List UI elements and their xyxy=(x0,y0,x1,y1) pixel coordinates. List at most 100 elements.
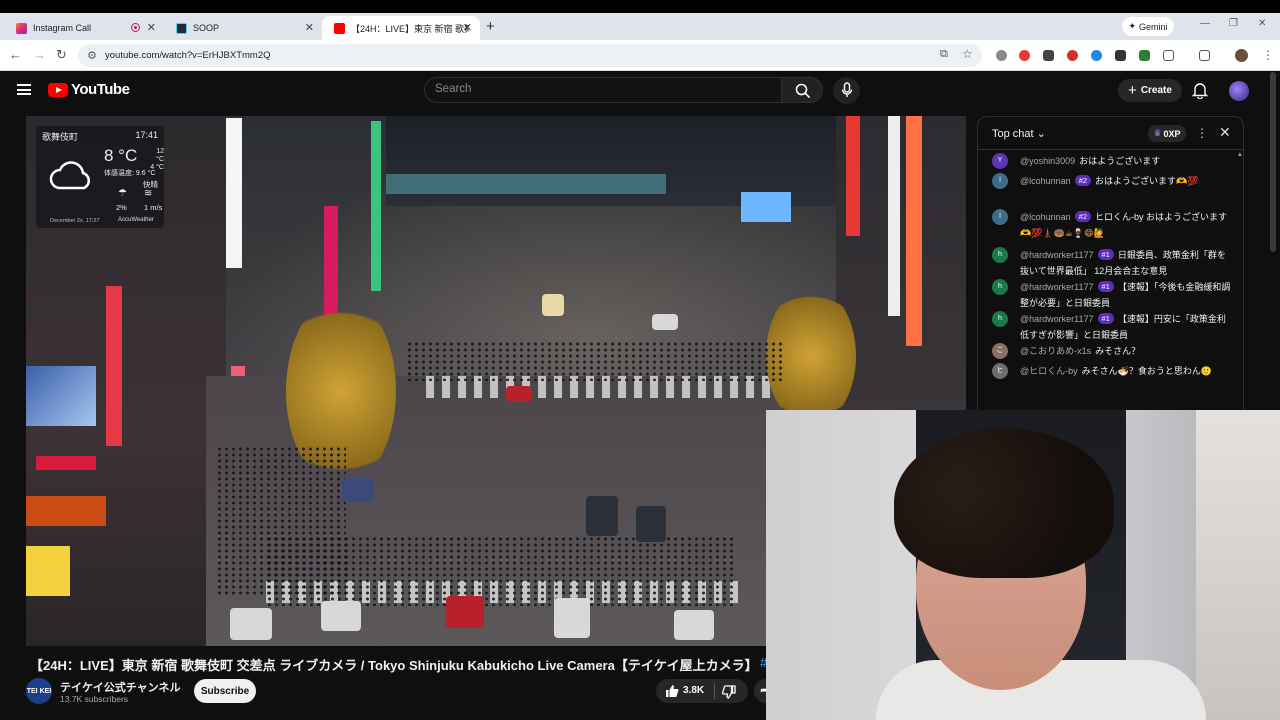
cast-icon[interactable]: ⧉ xyxy=(940,48,948,61)
chat-more-icon[interactable]: ⋮ xyxy=(1196,126,1208,140)
new-tab-button[interactable]: + xyxy=(486,18,495,35)
shield-extension-icon[interactable] xyxy=(1115,50,1126,61)
channel-avatar[interactable]: TEI KEI xyxy=(26,678,52,704)
tab-soop[interactable]: SOOP ✕ xyxy=(164,16,322,40)
chat-avatar[interactable]: l xyxy=(992,209,1008,225)
chat-username[interactable]: @hardworker1177 xyxy=(1020,314,1094,324)
chat-message[interactable]: h @hardworker1177 #1 【速報】「今後も金融緩和調整が必要」と日銀委… xyxy=(992,279,1232,311)
extension-icon[interactable] xyxy=(1091,50,1102,61)
extension-icon[interactable] xyxy=(996,50,1007,61)
car xyxy=(554,598,590,638)
chevron-down-icon: ⌄ xyxy=(1036,128,1046,140)
chat-message[interactable]: h @hardworker1177 #1 【速報】円安に「政策金利低すぎが影響」と日銀… xyxy=(992,311,1232,343)
channel-name[interactable]: テイケイ公式チャンネル xyxy=(60,679,180,695)
vertical-sign xyxy=(226,118,242,268)
chat-username[interactable]: @ヒロくん-by xyxy=(1020,366,1078,376)
chat-username[interactable]: @hardworker1177 xyxy=(1020,250,1094,260)
forward-icon[interactable]: → xyxy=(33,47,46,62)
notifications-bell-icon[interactable] xyxy=(1192,81,1208,99)
url-text[interactable]: youtube.com/watch?v=ErHJBXTmm2Q xyxy=(105,50,271,61)
site-info-icon[interactable]: ⚙ xyxy=(87,49,97,62)
youtube-wordmark[interactable]: YouTube xyxy=(71,81,130,98)
neon-sign xyxy=(36,456,96,470)
chat-username[interactable]: @lcohunnan xyxy=(1020,212,1071,222)
chat-text: みそさん🍜？食おうと思わん xyxy=(1081,366,1201,376)
close-tab-icon[interactable]: ✕ xyxy=(305,21,314,34)
reload-icon[interactable]: ↻ xyxy=(56,47,67,63)
gemini-button[interactable]: ✦ Gemini xyxy=(1122,17,1174,36)
tab-youtube-live[interactable]: 【24H：LIVE】東京 新宿 歌舞伎 ✕ xyxy=(322,16,480,40)
extensions-puzzle-icon[interactable] xyxy=(1163,50,1174,61)
search-box[interactable] xyxy=(424,77,782,103)
billboard xyxy=(26,366,96,426)
back-icon[interactable]: ← xyxy=(9,47,22,62)
side-panel-icon[interactable] xyxy=(1199,50,1210,61)
minimize-icon[interactable]: — xyxy=(1200,18,1210,29)
omnibox[interactable]: ⚙ youtube.com/watch?v=ErHJBXTmm2Q ⧉ ☆ xyxy=(78,44,982,67)
thumbs-down-icon[interactable] xyxy=(722,685,736,699)
window-close-icon[interactable]: ✕ xyxy=(1258,18,1266,29)
bookmark-star-icon[interactable]: ☆ xyxy=(962,47,973,61)
instagram-icon xyxy=(16,22,27,34)
page-scrollbar[interactable] xyxy=(1270,72,1276,252)
chat-message[interactable]: h @hardworker1177 #1 日銀委員、政策金利「群を抜いて世界最低」 1… xyxy=(992,247,1232,279)
browser-menu-icon[interactable]: ⋮ xyxy=(1262,48,1274,62)
profile-avatar-icon[interactable] xyxy=(1235,49,1248,62)
chat-username[interactable]: @こおりあめ-x1s xyxy=(1020,346,1091,356)
create-button[interactable]: + Create xyxy=(1118,79,1182,102)
like-count[interactable]: 3.8K xyxy=(683,685,704,696)
chat-avatar[interactable]: h xyxy=(992,279,1008,295)
chat-message-body: @yoshin3009 おはようございます xyxy=(1020,153,1232,169)
adblock-extension-icon[interactable] xyxy=(1019,50,1030,61)
maximize-icon[interactable]: ❐ xyxy=(1229,18,1238,29)
voice-search-button[interactable] xyxy=(833,77,860,104)
search-input[interactable] xyxy=(435,83,765,95)
chat-avatar[interactable]: こ xyxy=(992,343,1008,359)
chat-scroll-up-icon[interactable]: ▲ xyxy=(1237,152,1243,158)
tab-instagram-call[interactable]: Instagram Call ✕ xyxy=(4,16,164,40)
weather-time: 17:41 xyxy=(135,130,158,140)
car xyxy=(506,386,532,402)
chat-avatar[interactable]: Y xyxy=(992,153,1008,169)
chat-avatar[interactable]: l xyxy=(992,173,1008,189)
chat-username[interactable]: @hardworker1177 xyxy=(1020,282,1094,292)
microphone-icon xyxy=(841,82,853,97)
youtube-favicon-icon xyxy=(334,22,345,34)
neon-sign xyxy=(26,546,70,596)
hamburger-menu-icon[interactable] xyxy=(17,84,31,95)
extension-icon[interactable] xyxy=(1067,50,1078,61)
top-chat-dropdown[interactable]: Top chat ⌄ xyxy=(992,127,1046,140)
extension-icon[interactable] xyxy=(1043,50,1054,61)
youtube-logo-icon[interactable] xyxy=(48,83,68,97)
xp-value: 0XP xyxy=(1163,128,1181,139)
plus-icon: + xyxy=(1128,82,1137,99)
chat-message[interactable]: l @lcohunnan #2 おはようございます🫶💯 xyxy=(992,173,1232,189)
subscribe-button[interactable]: Subscribe xyxy=(194,679,256,703)
thumbs-up-icon[interactable] xyxy=(665,684,679,698)
search-button[interactable] xyxy=(781,77,823,103)
chat-message[interactable]: l @lcohunnan #2 ヒロくん-by おはようございます 🫶💯🗼🍩☕🍷😄🙋 xyxy=(992,209,1232,241)
create-label: Create xyxy=(1140,85,1172,96)
car xyxy=(230,608,272,640)
vertical-sign xyxy=(906,116,922,346)
chat-message[interactable]: ヒ @ヒロくん-by みそさん🍜？食おうと思わん🙂 xyxy=(992,363,1232,379)
close-tab-icon[interactable]: ✕ xyxy=(463,21,472,34)
chat-message[interactable]: こ @こおりあめ-x1s みそさん？ xyxy=(992,343,1232,359)
close-tab-icon[interactable]: ✕ xyxy=(147,21,156,34)
tab-label: SOOP xyxy=(193,23,220,33)
browser-tab-strip: Instagram Call ✕ SOOP ✕ 【24H：LIVE】東京 新宿 … xyxy=(0,0,1280,40)
chat-message[interactable]: Y @yoshin3009 おはようございます xyxy=(992,153,1232,169)
chat-avatar[interactable]: h xyxy=(992,311,1008,327)
account-avatar[interactable] xyxy=(1229,81,1249,101)
chat-username[interactable]: @lcohunnan xyxy=(1020,176,1071,186)
weather-feels-like: 体感温度: 9.6 °C xyxy=(104,170,156,177)
chat-close-icon[interactable]: ✕ xyxy=(1219,124,1231,141)
chat-rank-badge: #2 xyxy=(1074,175,1092,186)
chat-avatar[interactable]: h xyxy=(992,247,1008,263)
chat-username[interactable]: @yoshin3009 xyxy=(1020,156,1075,166)
subscriber-count: 13.7K subscribers xyxy=(60,694,129,704)
chat-message-body: @hardworker1177 #1 【速報】円安に「政策金利低すぎが影響」と日銀委… xyxy=(1020,311,1232,343)
k-extension-icon[interactable] xyxy=(1139,50,1150,61)
chat-avatar[interactable]: ヒ xyxy=(992,363,1008,379)
xp-badge[interactable]: ♛ 0XP xyxy=(1148,125,1186,142)
